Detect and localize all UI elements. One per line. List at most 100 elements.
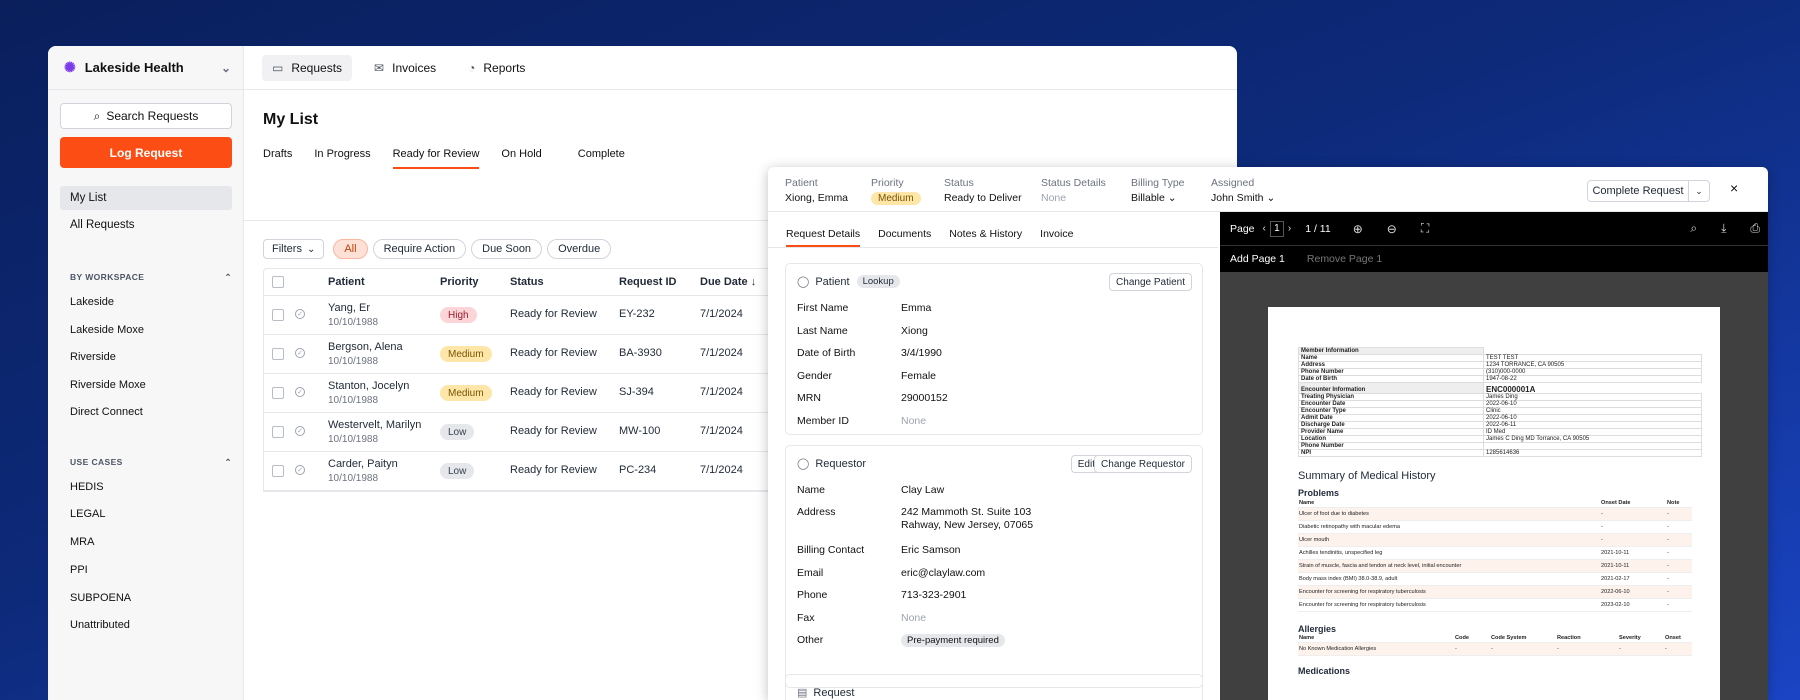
- column-header-patient[interactable]: Patient: [328, 276, 365, 288]
- card-title-text: Request: [813, 686, 855, 699]
- sidebar-item-mra[interactable]: MRA: [70, 536, 94, 548]
- chip-overdue[interactable]: Overdue: [547, 239, 612, 259]
- complete-request-button[interactable]: Complete Request: [1588, 181, 1689, 201]
- tab-invoice[interactable]: Invoice: [1040, 228, 1073, 247]
- tab-on-hold[interactable]: On Hold: [501, 148, 541, 169]
- col-name: Name: [1298, 634, 1454, 643]
- chip-due-soon[interactable]: Due Soon: [471, 239, 543, 259]
- chip-require-action[interactable]: Require Action: [372, 239, 467, 259]
- problem-name: Encounter for screening for respiratory …: [1298, 585, 1600, 599]
- field-label: Gender: [797, 369, 833, 382]
- chevron-left-icon[interactable]: ‹: [1263, 223, 1266, 234]
- print-icon[interactable]: ⎙: [1750, 221, 1760, 236]
- doc-section-title: Encounter Information: [1298, 382, 1484, 394]
- page-input[interactable]: 1: [1269, 220, 1284, 237]
- row-checkbox[interactable]: [272, 426, 284, 438]
- problem-note: -: [1666, 533, 1692, 547]
- card-title: ◯ Requestor: [797, 457, 866, 471]
- priority-badge: High: [440, 307, 477, 323]
- sidebar-item-lakeside-moxe[interactable]: Lakeside Moxe: [70, 324, 144, 336]
- header-billing-type[interactable]: Billing Type Billable ⌄: [1131, 177, 1185, 204]
- sidebar-item-unattributed[interactable]: Unattributed: [70, 619, 130, 631]
- row-checkbox[interactable]: [272, 465, 284, 477]
- remove-page-button[interactable]: Remove Page 1: [1307, 253, 1382, 265]
- column-header-request-id[interactable]: Request ID: [619, 276, 676, 288]
- view-tabs: Drafts In Progress Ready for Review On H…: [263, 148, 647, 169]
- sidebar-item-subpoena[interactable]: SUBPOENA: [70, 592, 131, 604]
- col-name: Name: [1298, 499, 1600, 508]
- header-label: Status Details: [1041, 177, 1106, 189]
- field-label: Email: [797, 567, 824, 579]
- chevron-down-icon[interactable]: ⌄: [1689, 181, 1709, 201]
- change-patient-button[interactable]: Change Patient: [1109, 273, 1192, 291]
- tab-label: Requests: [291, 60, 343, 75]
- zoom-in-icon[interactable]: ⊕: [1353, 222, 1363, 236]
- row-checkbox[interactable]: [272, 387, 284, 399]
- field-row: Other Pre-payment required: [797, 634, 1197, 647]
- tab-in-progress[interactable]: In Progress: [314, 148, 370, 169]
- viewer-toolbar: Page ‹ 1 › 1 / 11 ⊕ ⊖ ⛶ ⌕ ⤓ ⎙: [1220, 212, 1768, 245]
- column-header-due-date[interactable]: Due Date ↓: [700, 276, 756, 288]
- problem-note: -: [1666, 507, 1692, 521]
- doc-value: Clinic: [1483, 407, 1702, 415]
- header-label: Assigned: [1211, 177, 1255, 189]
- tab-request-details[interactable]: Request Details: [786, 228, 861, 247]
- field-row: Billing Contact Eric Samson: [797, 544, 1197, 557]
- column-header-priority[interactable]: Priority: [440, 276, 479, 288]
- field-row: MRN 29000152: [797, 392, 1197, 405]
- sidebar-item-direct-connect[interactable]: Direct Connect: [70, 406, 143, 418]
- change-requestor-button[interactable]: Change Requestor: [1094, 455, 1192, 473]
- section-title: BY WORKSPACE: [70, 272, 145, 282]
- close-icon[interactable]: ×: [1730, 180, 1738, 196]
- request-id: PC-234: [619, 464, 657, 476]
- workspace-switcher[interactable]: ✺ Lakeside Health ⌄: [48, 46, 243, 90]
- search-requests-label: Search Requests: [106, 109, 199, 123]
- tab-ready-for-review[interactable]: Ready for Review: [392, 148, 479, 169]
- tab-drafts[interactable]: Drafts: [263, 148, 292, 169]
- tab-requests[interactable]: ▭ Requests: [262, 54, 353, 81]
- search-icon[interactable]: ⌕: [1690, 221, 1697, 236]
- sidebar-item-my-list[interactable]: My List: [60, 186, 232, 210]
- sidebar-item-riverside[interactable]: Riverside: [70, 351, 116, 363]
- problem-note: -: [1666, 520, 1692, 534]
- doc-value: 2022-06-11: [1483, 421, 1702, 429]
- filters-button[interactable]: Filters ⌄: [263, 239, 325, 259]
- row-checkbox[interactable]: [272, 348, 284, 360]
- header-value: John Smith: [1211, 192, 1264, 204]
- tab-reports[interactable]: ◔ Reports: [458, 55, 535, 81]
- download-icon[interactable]: ⤓: [1721, 221, 1726, 236]
- doc-row: Name Onset Date Note: [1298, 499, 1692, 508]
- sidebar-item-riverside-moxe[interactable]: Riverside Moxe: [70, 379, 146, 391]
- tab-documents[interactable]: Documents: [878, 228, 931, 247]
- header-assigned[interactable]: Assigned John Smith ⌄: [1211, 177, 1275, 204]
- tab-invoices[interactable]: ✉ Invoices: [364, 55, 446, 81]
- log-request-button[interactable]: Log Request: [60, 137, 232, 168]
- problem-onset: 2023-02-10: [1600, 598, 1666, 612]
- address-line-1: 242 Mammoth St. Suite 103: [901, 506, 1032, 518]
- tab-complete[interactable]: Complete: [578, 148, 625, 169]
- sidebar-item-all-requests[interactable]: All Requests: [60, 213, 232, 237]
- patient-name: Stanton, Jocelyn: [328, 380, 410, 392]
- problem-name: Encounter for screening for respiratory …: [1298, 598, 1600, 612]
- fullscreen-icon[interactable]: ⛶: [1421, 221, 1429, 236]
- sidebar-item-ppi[interactable]: PPI: [70, 564, 88, 576]
- add-page-button[interactable]: Add Page 1: [1230, 253, 1285, 265]
- search-requests-button[interactable]: ⌕ Search Requests: [60, 103, 232, 129]
- doc-value: [1483, 442, 1702, 450]
- allergy-reaction: -: [1556, 642, 1618, 656]
- use-cases-section-header[interactable]: USE CASES ⌃: [70, 457, 232, 468]
- select-all-checkbox[interactable]: [272, 276, 284, 288]
- sidebar-item-lakeside[interactable]: Lakeside: [70, 296, 114, 308]
- zoom-out-icon[interactable]: ⊖: [1387, 222, 1397, 236]
- doc-row: Provider Name ID Med: [1298, 428, 1702, 436]
- row-checkbox[interactable]: [272, 309, 284, 321]
- tab-notes-history[interactable]: Notes & History: [949, 228, 1022, 247]
- sidebar-item-hedis[interactable]: HEDIS: [70, 481, 104, 493]
- by-workspace-section-header[interactable]: BY WORKSPACE ⌃: [70, 272, 232, 283]
- sidebar-item-legal[interactable]: LEGAL: [70, 508, 105, 520]
- field-row: Last Name Xiong: [797, 325, 1197, 338]
- column-header-status[interactable]: Status: [510, 276, 544, 288]
- arrow-down-icon: ↓: [750, 276, 757, 288]
- chip-all[interactable]: All: [333, 239, 368, 259]
- chevron-right-icon[interactable]: ›: [1288, 223, 1291, 234]
